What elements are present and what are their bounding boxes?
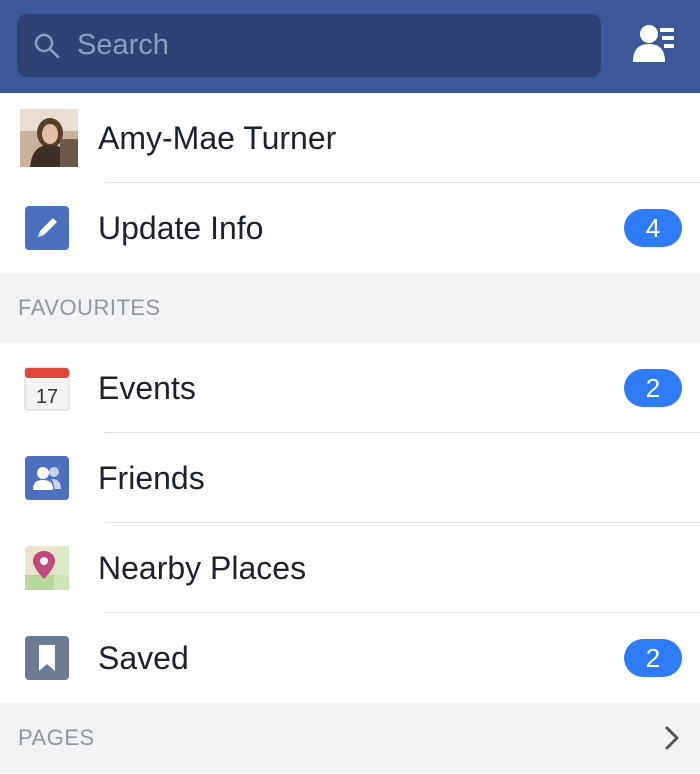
- notification-badge: 4: [624, 209, 682, 247]
- friend-requests-icon[interactable]: [630, 20, 678, 68]
- section-title: FAVOURITES: [18, 295, 161, 320]
- section-header-pages[interactable]: PAGES: [0, 703, 700, 773]
- search-placeholder: Search: [77, 29, 169, 61]
- chevron-right-icon[interactable]: [662, 723, 682, 753]
- sidebar-item-label: Nearby Places: [98, 549, 307, 586]
- search-input[interactable]: Search: [17, 14, 601, 77]
- notification-badge: 2: [624, 369, 682, 407]
- calendar-day: 17: [36, 386, 58, 408]
- sidebar-item-events[interactable]: 17 Events 2: [0, 343, 700, 433]
- pencil-icon: [22, 203, 72, 253]
- sidebar-item-nearby-places[interactable]: Nearby Places: [0, 523, 700, 613]
- profile-name: Amy-Mae Turner: [98, 119, 337, 156]
- sidebar-item-saved[interactable]: Saved 2: [0, 613, 700, 703]
- friends-icon: [22, 453, 72, 503]
- section-header-favourites: FAVOURITES: [0, 273, 700, 343]
- update-info-label: Update Info: [98, 209, 264, 246]
- calendar-icon: 17: [22, 363, 72, 413]
- sidebar-item-label: Saved: [98, 639, 189, 676]
- map-pin-icon: [22, 543, 72, 593]
- sidebar-item-label: Events: [98, 369, 196, 406]
- sidebar-item-friends[interactable]: Friends: [0, 433, 700, 523]
- section-title: PAGES: [18, 725, 95, 750]
- bookmark-icon: [22, 633, 72, 683]
- sidebar-item-label: Friends: [98, 459, 205, 496]
- notification-badge: 2: [624, 639, 682, 677]
- search-icon: [33, 31, 63, 61]
- avatar: [20, 109, 78, 167]
- update-info-row[interactable]: Update Info 4: [0, 183, 700, 273]
- profile-row[interactable]: Amy-Mae Turner: [0, 93, 700, 183]
- top-bar: Search: [0, 0, 700, 93]
